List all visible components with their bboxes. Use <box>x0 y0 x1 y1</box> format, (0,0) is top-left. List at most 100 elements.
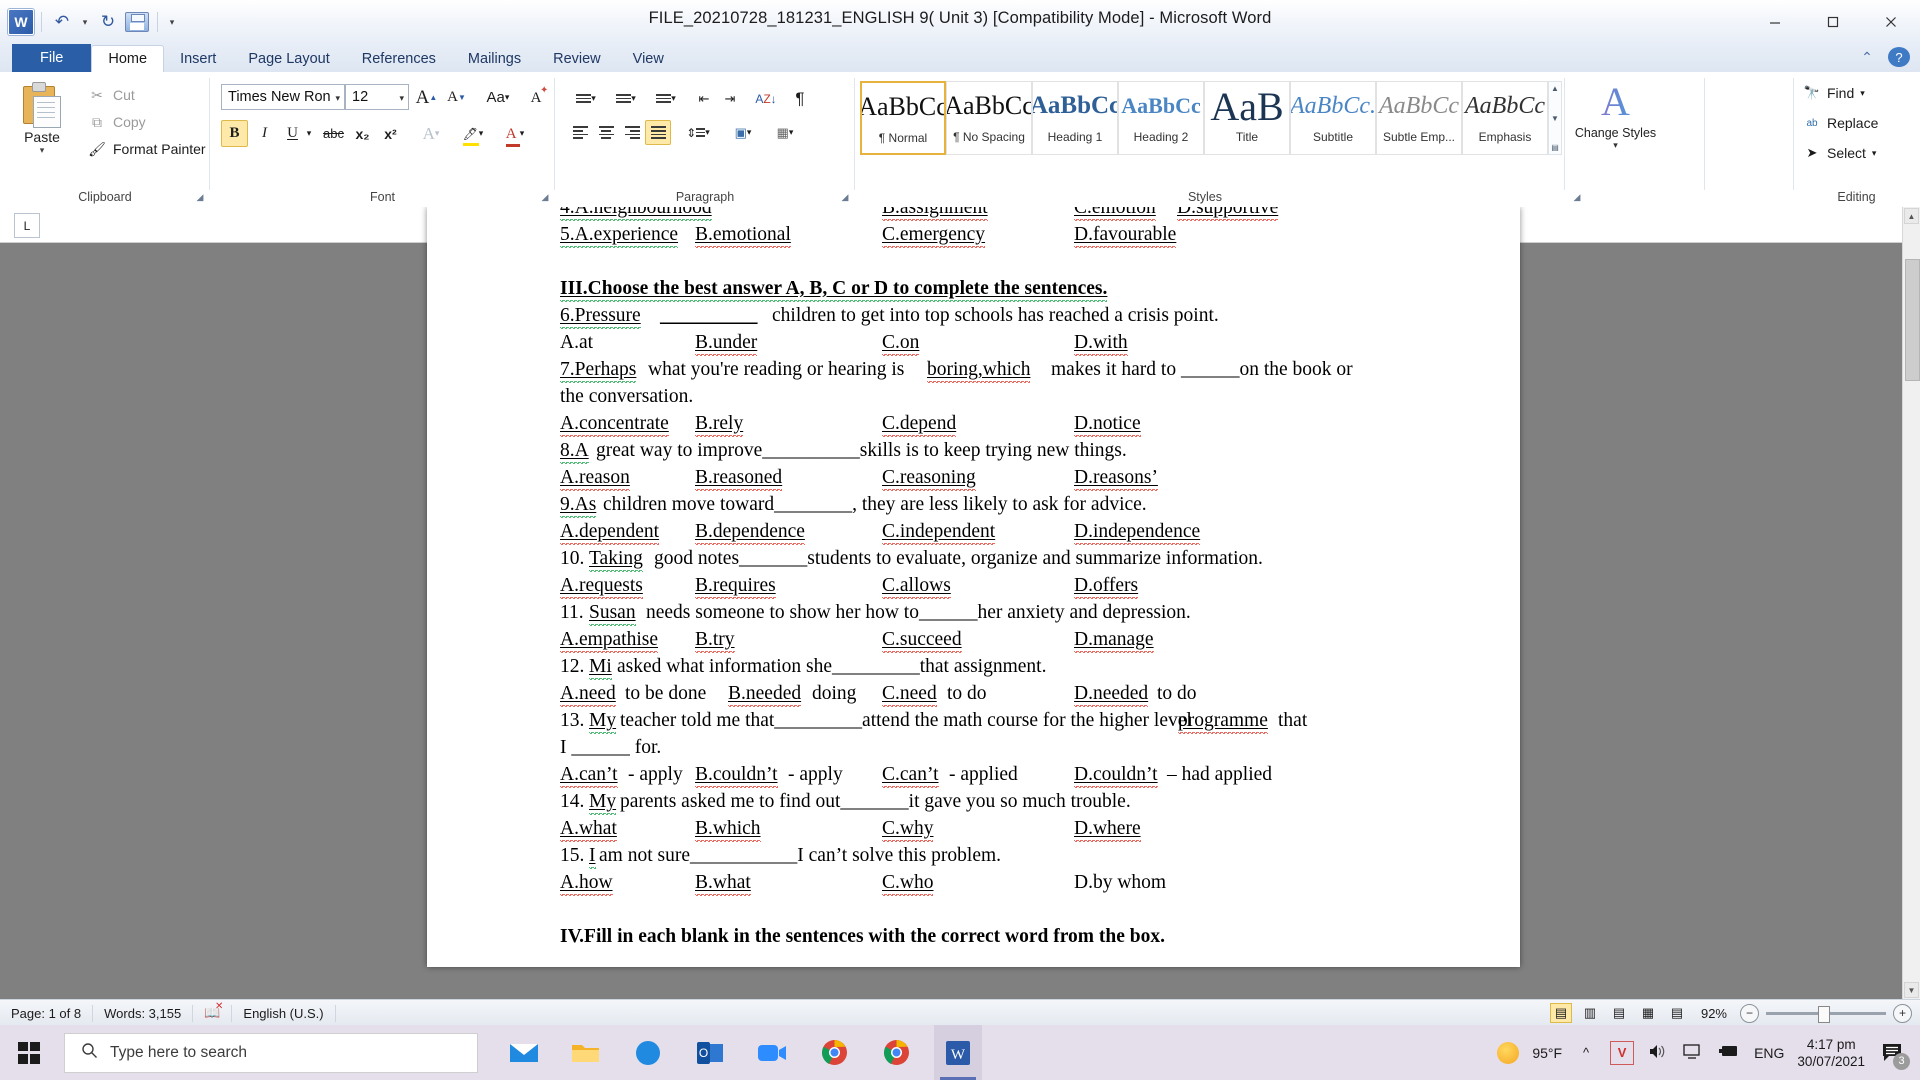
style-title[interactable]: AaB Title <box>1204 81 1290 155</box>
paragraph-dialog-launcher[interactable]: ◢ <box>839 191 851 203</box>
maximize-button[interactable] <box>1804 0 1862 44</box>
styles-gallery-scroll[interactable]: ▲ ▼ ▤ <box>1548 81 1562 155</box>
bullets-button[interactable]: ▾ <box>567 86 605 111</box>
text-highlight-button[interactable]: 🖊 ▾ <box>455 120 491 147</box>
taskbar-app-outlook[interactable]: O <box>686 1025 734 1080</box>
document-text[interactable]: 4.A.neighbourhood B.assignment C.emotion D.… <box>560 207 1430 950</box>
grow-font-button[interactable]: A ▲ <box>413 84 440 111</box>
numbering-button[interactable]: ▾ <box>607 86 645 111</box>
change-styles-dropdown-icon[interactable]: ▾ <box>1573 140 1658 151</box>
taskbar-clock[interactable]: 4:17 pm 30/07/2021 <box>1797 1036 1865 1070</box>
zoom-level[interactable]: 92% <box>1695 1006 1733 1021</box>
decrease-indent-button[interactable]: ⇤ <box>691 86 717 111</box>
style-heading-1[interactable]: AaBbCc Heading 1 <box>1032 81 1118 155</box>
font-color-button[interactable]: A ▾ <box>497 120 533 147</box>
taskbar-app-file-explorer[interactable] <box>562 1025 610 1080</box>
tab-page-layout[interactable]: Page Layout <box>232 46 345 72</box>
proofing-status[interactable]: 📖 ✕ <box>193 1001 233 1022</box>
style-no-spacing[interactable]: AaBbCc ¶ No Spacing <box>946 81 1032 155</box>
volume-icon[interactable] <box>1647 1043 1669 1063</box>
document-area[interactable]: L 4.A.neighbourhood B.assignment C.emotion… <box>0 207 1920 999</box>
increase-indent-button[interactable]: ⇥ <box>717 86 743 111</box>
styles-more-icon[interactable]: ▤ <box>1551 143 1559 152</box>
zoom-out-button[interactable]: − <box>1740 1003 1759 1023</box>
document-page[interactable]: 4.A.neighbourhood B.assignment C.emotion D.… <box>427 207 1520 967</box>
weather-temperature[interactable]: 95°F <box>1532 1045 1562 1061</box>
taskbar-app-mail[interactable] <box>500 1025 548 1080</box>
shrink-font-button[interactable]: A ▼ <box>443 84 470 111</box>
show-formatting-marks-button[interactable]: ¶ <box>787 86 813 111</box>
align-center-button[interactable] <box>593 120 619 145</box>
align-left-button[interactable] <box>567 120 593 145</box>
font-name-input[interactable]: Times New Ron ▾ <box>221 84 345 110</box>
superscript-button[interactable]: x² <box>377 120 404 147</box>
antivirus-icon[interactable]: V <box>1610 1040 1635 1065</box>
clipboard-dialog-launcher[interactable]: ◢ <box>194 191 206 203</box>
replace-button[interactable]: ab Replace <box>1803 114 1878 132</box>
clear-formatting-button[interactable]: A ✦ <box>522 84 550 111</box>
font-size-input[interactable]: 12 ▾ <box>345 84 409 110</box>
notifications-button[interactable]: 3 <box>1878 1038 1910 1070</box>
taskbar-app-chrome-2[interactable] <box>872 1025 920 1080</box>
chevron-down-icon[interactable]: ▾ <box>335 93 340 104</box>
minimize-ribbon-icon[interactable]: ⌃ <box>1856 47 1878 67</box>
tab-mailings[interactable]: Mailings <box>452 46 537 72</box>
print-layout-view-button[interactable]: ▤ <box>1549 1003 1572 1023</box>
subscript-button[interactable]: x₂ <box>349 120 376 147</box>
tab-insert[interactable]: Insert <box>164 46 232 72</box>
font-dialog-launcher[interactable]: ◢ <box>539 191 551 203</box>
paste-button[interactable]: Paste ▾ <box>14 82 70 156</box>
zoom-slider[interactable] <box>1766 1005 1886 1023</box>
battery-icon[interactable] <box>1717 1044 1741 1061</box>
taskbar-app-microsoft-edge[interactable] <box>624 1025 672 1080</box>
change-styles-button[interactable]: A Change Styles ▾ <box>1573 82 1658 151</box>
chevron-up-icon[interactable]: ▲ <box>1551 84 1559 93</box>
chevron-down-icon[interactable]: ▾ <box>399 93 404 104</box>
weather-icon[interactable] <box>1497 1041 1520 1064</box>
style-normal[interactable]: AaBbCc ¶ Normal <box>860 81 946 155</box>
text-effects-button[interactable]: A ▾ <box>413 120 449 147</box>
language-indicator[interactable]: English (U.S.) <box>232 1004 336 1022</box>
shading-button[interactable]: ▣ ▾ <box>725 120 761 145</box>
styles-dialog-launcher[interactable]: ◢ <box>1571 191 1583 203</box>
show-hidden-icons-button[interactable]: ^ <box>1575 1045 1597 1060</box>
strikethrough-button[interactable]: abc <box>320 120 347 147</box>
scroll-down-button[interactable]: ▼ <box>1904 982 1919 998</box>
taskbar-app-zoom[interactable] <box>748 1025 796 1080</box>
select-button[interactable]: ➤ Select ▾ <box>1803 144 1877 162</box>
page-indicator[interactable]: Page: 1 of 8 <box>0 1004 94 1022</box>
tab-home[interactable]: Home <box>91 45 165 72</box>
minimize-button[interactable] <box>1746 0 1804 44</box>
start-button[interactable] <box>0 1025 58 1080</box>
underline-dropdown-icon[interactable]: ▾ <box>302 120 316 147</box>
find-dropdown-icon[interactable]: ▾ <box>1860 88 1865 99</box>
copy-button[interactable]: ⧉ Copy <box>88 113 146 131</box>
scrollbar-thumb[interactable] <box>1905 259 1920 381</box>
tab-references[interactable]: References <box>346 46 452 72</box>
close-button[interactable] <box>1862 0 1920 44</box>
style-subtitle[interactable]: AaBbCc. Subtitle <box>1290 81 1376 155</box>
line-spacing-button[interactable]: ⇕ ▾ <box>679 120 717 145</box>
multilevel-list-button[interactable]: ▾ <box>647 86 685 111</box>
taskbar-app-word[interactable]: W <box>934 1025 982 1080</box>
tab-view[interactable]: View <box>617 46 680 72</box>
format-painter-button[interactable]: 🖌 Format Painter <box>88 140 205 158</box>
tab-review[interactable]: Review <box>537 46 617 72</box>
select-dropdown-icon[interactable]: ▾ <box>1872 148 1877 159</box>
tab-file[interactable]: File <box>12 44 92 72</box>
network-icon[interactable] <box>1682 1043 1704 1063</box>
align-right-button[interactable] <box>619 120 645 145</box>
vertical-scrollbar[interactable]: ▲ ▼ <box>1902 207 1920 999</box>
help-icon[interactable]: ? <box>1888 47 1910 67</box>
web-layout-view-button[interactable]: ▤ <box>1608 1003 1630 1023</box>
draft-view-button[interactable]: ▤ <box>1666 1003 1688 1023</box>
justify-button[interactable] <box>645 120 671 145</box>
paste-dropdown-icon[interactable]: ▾ <box>14 145 70 156</box>
borders-button[interactable]: ▦ ▾ <box>767 120 803 145</box>
bold-button[interactable]: B <box>221 120 248 147</box>
taskbar-app-chrome-1[interactable] <box>810 1025 858 1080</box>
zoom-slider-thumb[interactable] <box>1818 1005 1830 1023</box>
keyboard-language[interactable]: ENG <box>1754 1045 1784 1061</box>
italic-button[interactable]: I <box>251 120 278 147</box>
outline-view-button[interactable]: ▦ <box>1637 1003 1659 1023</box>
